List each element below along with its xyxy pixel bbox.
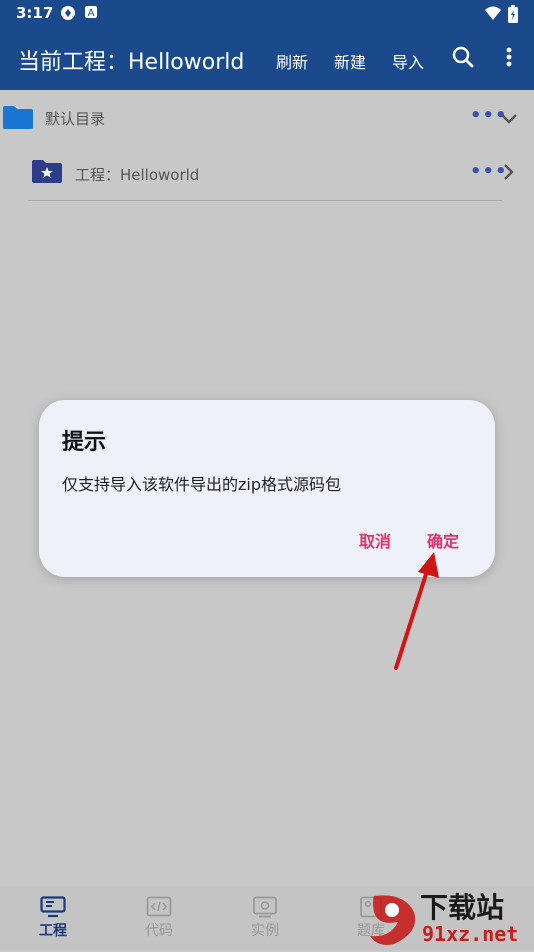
battery-icon — [508, 5, 518, 27]
monitor-icon — [40, 896, 66, 922]
tab-project[interactable]: 工程 — [0, 886, 106, 950]
tab-code[interactable]: 代码 — [106, 886, 212, 950]
sync-icon — [60, 5, 76, 25]
cancel-button[interactable]: 取消 — [359, 528, 391, 552]
tab-code-label: 代码 — [145, 923, 173, 939]
new-button[interactable]: 新建 — [334, 49, 366, 73]
list-divider — [28, 200, 502, 201]
import-button[interactable]: 导入 — [392, 49, 424, 73]
alert-dialog: 提示 仅支持导入该软件导出的zip格式源码包 取消 确定 — [39, 400, 495, 577]
page-title: 当前工程：Helloworld — [18, 50, 245, 75]
wifi-icon — [484, 5, 502, 25]
confirm-button[interactable]: 确定 — [427, 528, 459, 552]
gear-icon — [252, 896, 278, 922]
watermark-line1: 下载站 — [420, 891, 505, 924]
chevron-down-icon[interactable] — [500, 110, 518, 129]
tree-root-label: 默认目录 — [45, 110, 106, 128]
watermark: 下载站 91xz.net — [360, 884, 534, 950]
star-folder-icon — [32, 159, 62, 187]
tab-examples-label: 实例 — [251, 923, 279, 939]
code-icon — [146, 896, 172, 922]
chevron-right-icon[interactable] — [503, 163, 515, 185]
tree-child-row[interactable]: 工程：Helloworld ••• — [0, 146, 534, 200]
watermark-line2: 91xz.net — [422, 922, 519, 946]
app-bar: 当前工程：Helloworld 刷新 新建 导入 — [0, 28, 534, 90]
tree-child-label: 工程：Helloworld — [75, 166, 200, 184]
svg-text:A: A — [88, 8, 95, 19]
folder-icon — [3, 105, 33, 133]
dialog-title: 提示 — [62, 430, 107, 455]
search-icon[interactable] — [451, 45, 475, 73]
status-time: 3:17 — [16, 4, 54, 22]
dialog-message: 仅支持导入该软件导出的zip格式源码包 — [62, 475, 342, 494]
refresh-button[interactable]: 刷新 — [276, 49, 308, 73]
more-vert-icon[interactable] — [499, 45, 519, 73]
status-bar: 3:17 A — [0, 0, 534, 28]
tree-root-row[interactable]: 默认目录 ••• — [0, 90, 534, 144]
child-more-icon[interactable]: ••• — [470, 161, 508, 182]
tab-examples[interactable]: 实例 — [212, 886, 318, 950]
watermark-logo — [364, 892, 420, 952]
tab-project-label: 工程 — [39, 923, 67, 939]
notification-icon: A — [84, 5, 98, 23]
